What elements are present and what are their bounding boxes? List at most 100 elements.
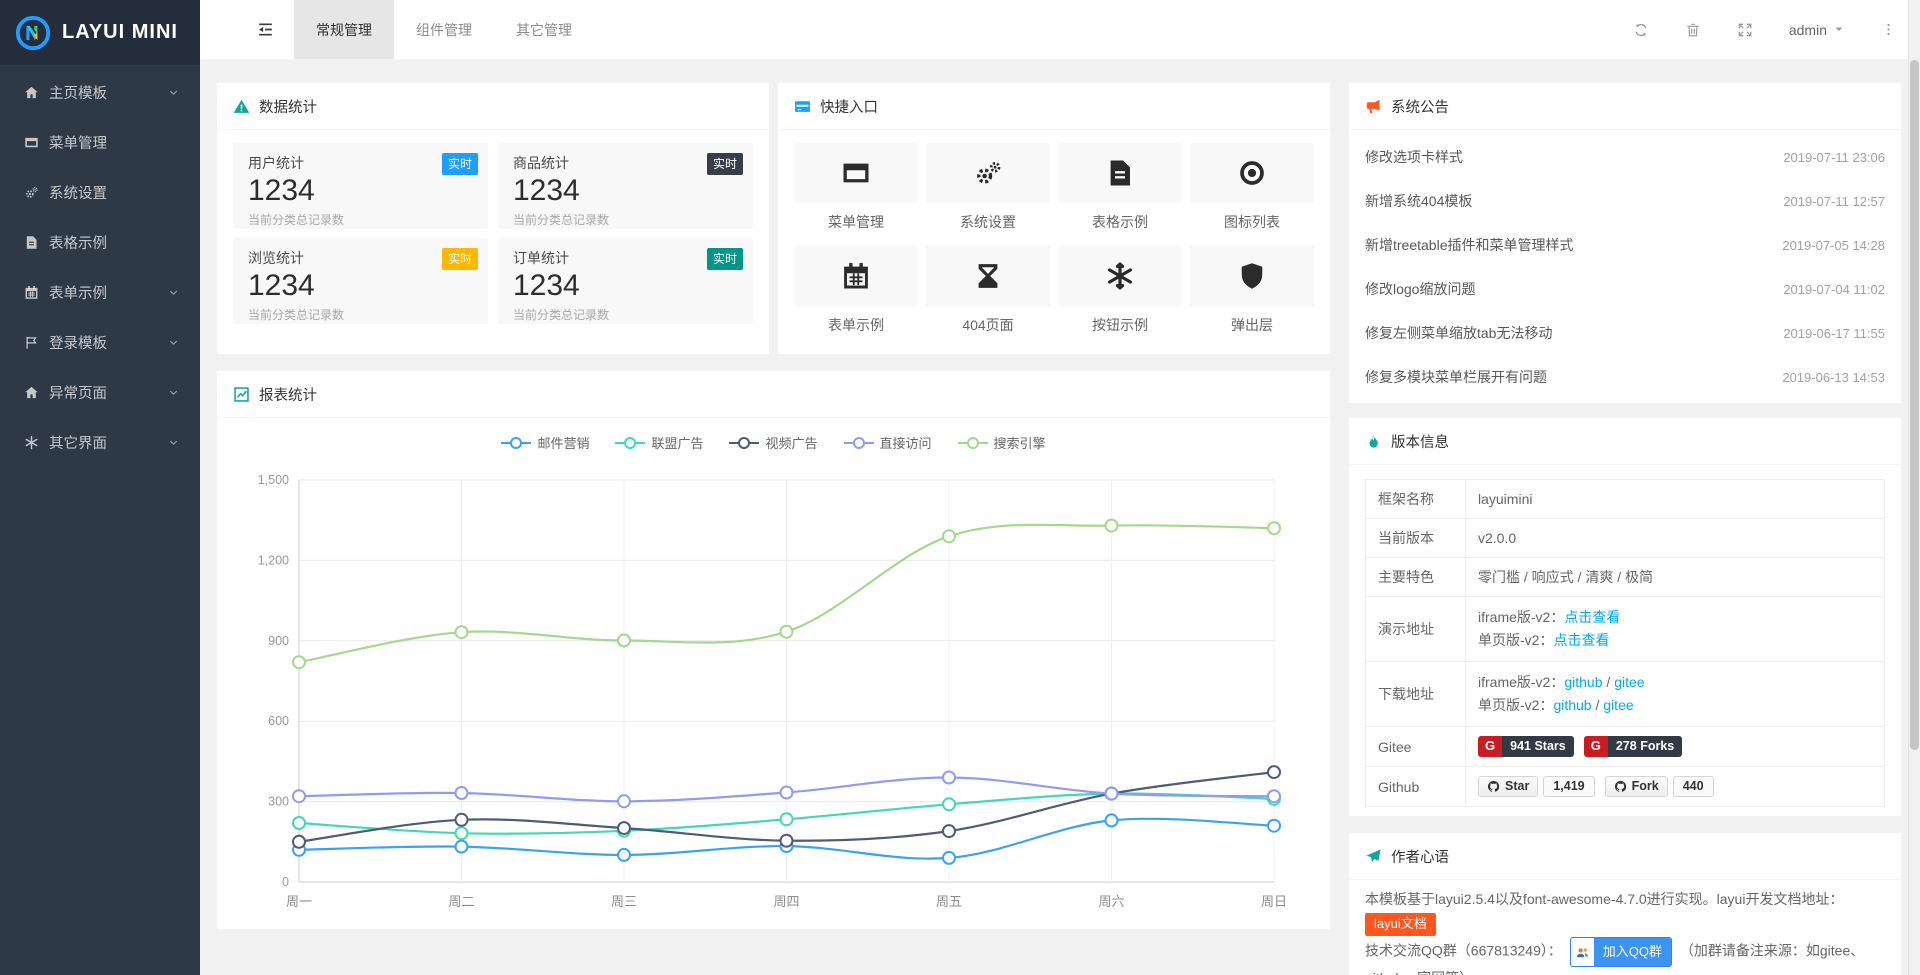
notice-item: 修复多模块菜单栏展开有问题 2019-06-13 14:53: [1349, 355, 1901, 399]
github-button-label: Fork: [1632, 779, 1659, 793]
warning-triangle-icon: [233, 98, 250, 115]
version-row-label: 主要特色: [1366, 558, 1466, 597]
version-link[interactable]: github: [1553, 697, 1591, 713]
tab-1[interactable]: 常规管理: [294, 0, 394, 59]
notice-text: 新增treetable插件和菜单管理样式: [1365, 235, 1573, 255]
sidebar-item-1[interactable]: 主页模板: [0, 67, 200, 117]
stat-card-desc: 当前分类总记录数: [248, 211, 473, 228]
quick-entry[interactable]: 图标列表: [1190, 143, 1314, 232]
join-qq-group-button[interactable]: 加入QQ群: [1570, 937, 1672, 967]
legend-label: 直接访问: [880, 433, 932, 452]
app-logo[interactable]: LAYUI MINI: [0, 0, 200, 65]
sidebar-item-8[interactable]: 其它界面: [0, 417, 200, 467]
legend-item[interactable]: 视频广告: [729, 433, 817, 452]
version-table-row: 框架名称layuimini: [1366, 480, 1885, 519]
scrollbar-thumb[interactable]: [1910, 60, 1919, 750]
sidebar-toggle-button[interactable]: [236, 0, 294, 59]
gitee-logo-icon: G: [1478, 736, 1502, 757]
author-line-1: 本模板基于layui2.5.4以及font-awesome-4.7.0进行实现。…: [1365, 888, 1885, 911]
notice-text: 新增系统404模板: [1365, 191, 1472, 211]
version-link[interactable]: gitee: [1603, 697, 1633, 713]
version-table-row: 演示地址iframe版-v2：点击查看单页版-v2：点击查看: [1366, 597, 1885, 662]
version-link-line: 单页版-v2：github / gitee: [1478, 694, 1872, 717]
layui-doc-badge[interactable]: layui文档: [1365, 913, 1436, 936]
version-link[interactable]: github: [1564, 674, 1602, 690]
quick-entry[interactable]: 弹出层: [1190, 246, 1314, 335]
version-table-row: 当前版本v2.0.0: [1366, 519, 1885, 558]
github-icon: [1487, 780, 1500, 793]
tab-2[interactable]: 组件管理: [394, 0, 494, 59]
trash-icon: [1685, 22, 1701, 38]
legend-item[interactable]: 搜索引擎: [958, 433, 1046, 452]
sidebar-item-label: 菜单管理: [49, 132, 107, 153]
legend-item[interactable]: 直接访问: [844, 433, 932, 452]
quick-entry-label: 表格示例: [1058, 212, 1182, 232]
stat-cards: 用户统计1234当前分类总记录数实时商品统计1234当前分类总记录数实时浏览统计…: [217, 130, 769, 337]
flag-icon: [24, 335, 39, 350]
version-row-label: 当前版本: [1366, 519, 1466, 558]
page-scrollbar[interactable]: [1908, 0, 1920, 975]
sidebar-item-6[interactable]: 登录模板: [0, 317, 200, 367]
quick-entry[interactable]: 系统设置: [926, 143, 1050, 232]
svg-text:900: 900: [268, 634, 289, 648]
right-column: 系统公告 修改选项卡样式2019-07-11 23:06新增系统404模板201…: [1348, 82, 1902, 975]
tab-3[interactable]: 其它管理: [494, 0, 594, 59]
paper-plane-icon: [1365, 848, 1382, 865]
quick-entry[interactable]: 表格示例: [1058, 143, 1182, 232]
chart-panel-title: 报表统计: [259, 384, 317, 405]
quick-entry-box: [1058, 246, 1182, 306]
legend-item[interactable]: 邮件营销: [501, 433, 589, 452]
quick-entry[interactable]: 菜单管理: [794, 143, 918, 232]
quick-entry-box: [794, 246, 918, 306]
sidebar-item-7[interactable]: 异常页面: [0, 367, 200, 417]
version-link[interactable]: 点击查看: [1553, 632, 1609, 648]
stat-card: 用户统计1234当前分类总记录数实时: [233, 143, 488, 229]
sidebar-item-2[interactable]: 菜单管理: [0, 117, 200, 167]
refresh-icon: [1633, 22, 1649, 38]
notice-date: 2019-06-13 14:53: [1782, 370, 1885, 385]
user-menu[interactable]: admin: [1789, 22, 1845, 38]
version-row-label: 框架名称: [1366, 480, 1466, 519]
sidebar-item-label: 表格示例: [49, 232, 107, 253]
qq-group-icon: [1571, 943, 1594, 962]
version-link[interactable]: 点击查看: [1564, 609, 1620, 625]
stat-card-desc: 当前分类总记录数: [513, 211, 738, 228]
home-icon: [24, 85, 39, 100]
version-row-value: G941 Stars G278 Forks: [1466, 727, 1885, 767]
kebab-menu-icon[interactable]: [1881, 22, 1896, 37]
fire-icon: [1365, 433, 1382, 450]
stat-card-label: 订单统计: [513, 248, 738, 268]
quick-entry[interactable]: 按钮示例: [1058, 246, 1182, 335]
notice-text: 修复多模块菜单栏展开有问题: [1365, 367, 1547, 387]
author-line-2: 技术交流QQ群（667813249）： 加入QQ群 （加群请备注来源：如gite…: [1365, 937, 1885, 975]
github-count[interactable]: 1,419: [1543, 776, 1594, 797]
gitee-badge[interactable]: G941 Stars: [1478, 736, 1574, 757]
chevron-down-icon: [167, 336, 180, 349]
refresh-button[interactable]: [1633, 22, 1649, 38]
version-link[interactable]: gitee: [1614, 674, 1644, 690]
stat-card-value: 1234: [513, 174, 738, 209]
quick-entry-label: 表单示例: [794, 315, 918, 335]
version-table-row: GiteeG941 StarsG278 Forks: [1366, 727, 1885, 767]
fullscreen-button[interactable]: [1737, 22, 1753, 38]
quick-entry-label: 菜单管理: [794, 212, 918, 232]
sidebar-menu: 主页模板菜单管理系统设置表格示例表单示例登录模板异常页面其它界面: [0, 67, 200, 467]
sidebar-item-4[interactable]: 表格示例: [0, 217, 200, 267]
link-prefix: iframe版-v2：: [1478, 609, 1564, 625]
version-row-value: 零门槛 / 响应式 / 清爽 / 极简: [1466, 558, 1885, 597]
version-table-row: 下载地址iframe版-v2：github / gitee单页版-v2：gith…: [1366, 662, 1885, 727]
legend-item[interactable]: 联盟广告: [615, 433, 703, 452]
gitee-badge[interactable]: G278 Forks: [1584, 736, 1683, 757]
sidebar-item-5[interactable]: 表单示例: [0, 267, 200, 317]
legend-marker-icon: [729, 436, 759, 450]
svg-text:600: 600: [268, 714, 289, 728]
github-count[interactable]: 440: [1673, 776, 1714, 797]
clear-button[interactable]: [1685, 22, 1701, 38]
quick-entry[interactable]: 404页面: [926, 246, 1050, 335]
github-star-button[interactable]: Star: [1478, 776, 1538, 797]
version-row-value: v2.0.0: [1466, 519, 1885, 558]
sidebar-item-3[interactable]: 系统设置: [0, 167, 200, 217]
chart-line-icon: [233, 386, 250, 403]
github-fork-button[interactable]: Fork: [1605, 776, 1668, 797]
quick-entry[interactable]: 表单示例: [794, 246, 918, 335]
